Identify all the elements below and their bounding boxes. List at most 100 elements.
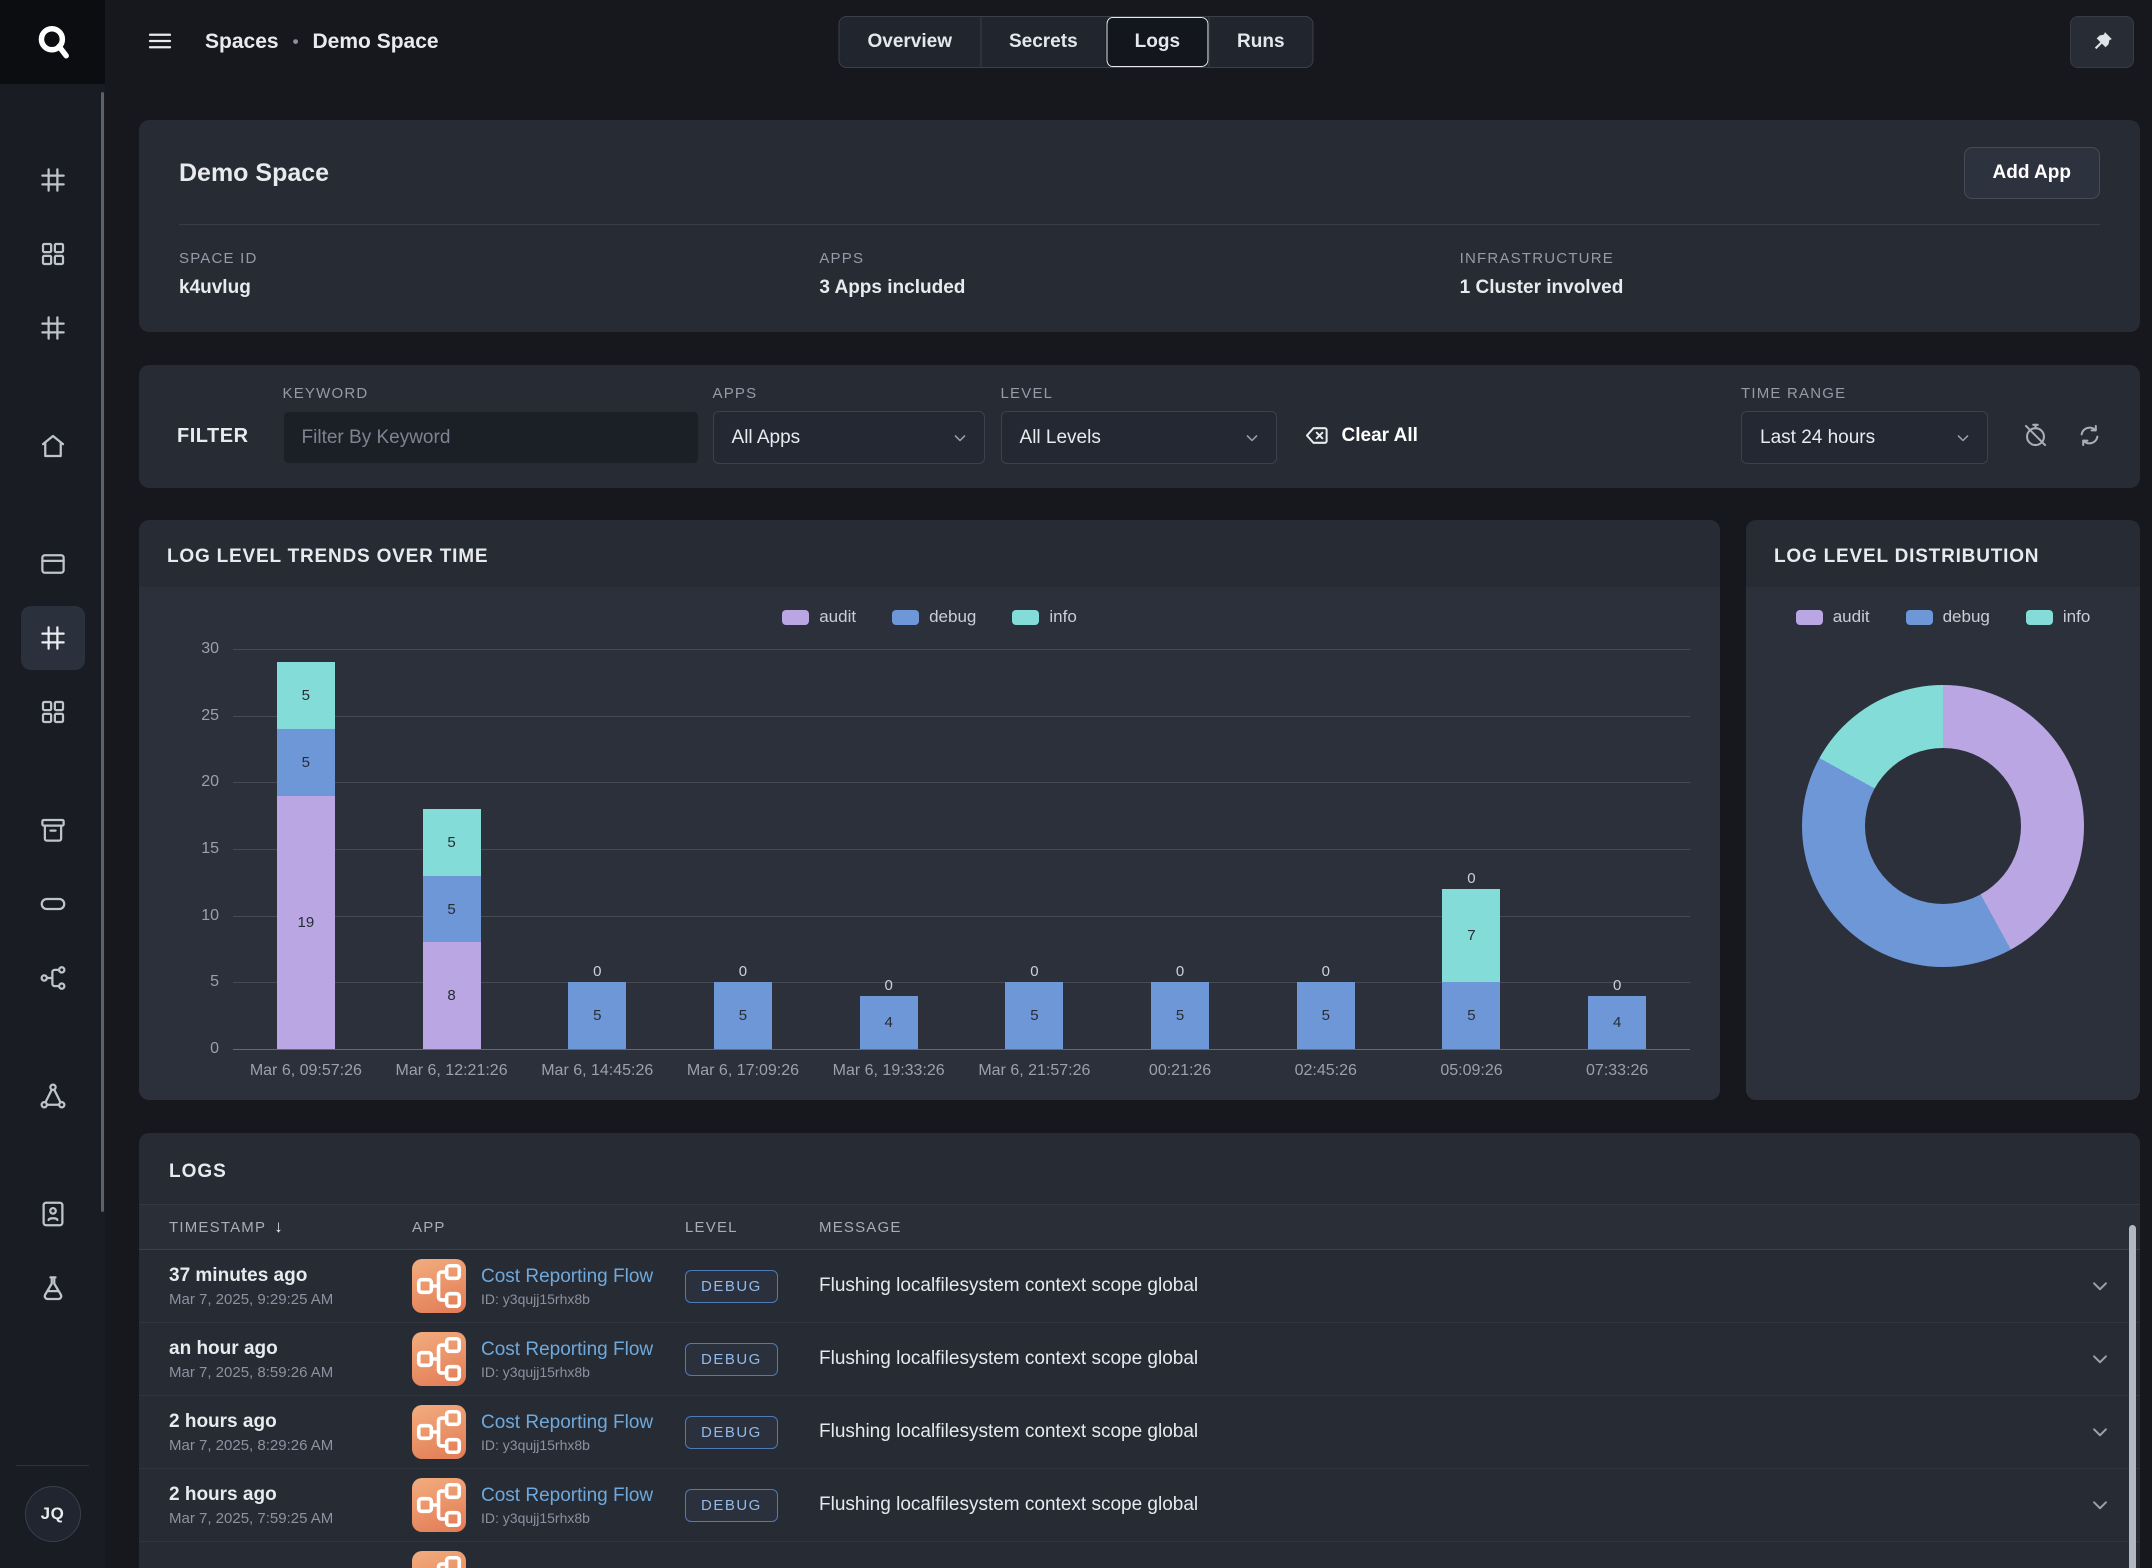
bar-zero-label: 0 xyxy=(1613,978,1621,993)
logs-card: LOGS TIMESTAMP ↓APPLEVELMESSAGE 37 minut… xyxy=(139,1133,2140,1568)
avatar[interactable]: JQ xyxy=(25,1486,81,1542)
level-filter-group: LEVEL All Levels xyxy=(1001,385,1277,464)
legend-item-debug[interactable]: debug xyxy=(1906,607,1990,627)
bar-stack: 75 xyxy=(1442,889,1500,1049)
sidebar-item-id-card[interactable] xyxy=(21,1182,85,1246)
legend-item-info[interactable]: info xyxy=(1012,607,1076,627)
level-select[interactable]: All Levels xyxy=(1001,411,1277,464)
apps-select[interactable]: All Apps xyxy=(713,411,985,464)
bar-segment-debug: 5 xyxy=(1297,982,1355,1049)
bar-column: 05 xyxy=(1253,649,1399,1049)
sidebar-item-flask[interactable] xyxy=(21,1256,85,1320)
tab-runs[interactable]: Runs xyxy=(1208,17,1313,67)
sidebar-item-flow[interactable] xyxy=(21,946,85,1010)
tab-overview[interactable]: Overview xyxy=(839,17,980,67)
chevron-down-icon xyxy=(1953,428,1973,448)
space-meta-item: INFRASTRUCTURE1 Cluster involved xyxy=(1460,250,2100,299)
sidebar-item-frame[interactable] xyxy=(21,296,85,360)
refresh-button[interactable] xyxy=(2072,418,2106,452)
tab-logs[interactable]: Logs xyxy=(1106,17,1208,67)
legend-label: info xyxy=(2063,607,2090,627)
sidebar-item-home[interactable] xyxy=(21,414,85,478)
sidebar-group xyxy=(21,148,85,370)
sidebar-item-grid[interactable] xyxy=(21,680,85,744)
logs-scrollbar-thumb[interactable] xyxy=(2129,1225,2136,1568)
trends-chart-title: LOG LEVEL TRENDS OVER TIME xyxy=(139,520,1720,587)
chevron-down-icon xyxy=(2087,1492,2113,1518)
sidebar-item-window[interactable] xyxy=(21,532,85,596)
app-link[interactable]: Cost Reporting Flow xyxy=(481,1266,653,1287)
sidebar-item-archive[interactable] xyxy=(21,798,85,862)
distribution-chart-panel: audit debug info xyxy=(1746,587,2140,1100)
space-head: Demo Space Add App xyxy=(179,120,2100,224)
bar-zero-label: 0 xyxy=(1030,964,1038,979)
space-meta-item: APPS3 Apps included xyxy=(819,250,1459,299)
trends-legend: audit debug info xyxy=(169,597,1690,649)
app-id: ID: y3qujj15rhx8b xyxy=(481,1437,653,1453)
log-time-absolute: Mar 7, 2025, 7:59:25 AM xyxy=(169,1510,412,1527)
app-link[interactable]: Cost Reporting Flow xyxy=(481,1412,653,1433)
legend-item-audit[interactable]: audit xyxy=(1796,607,1870,627)
row-expand-button[interactable] xyxy=(2060,1419,2140,1445)
app-icon xyxy=(412,1332,466,1386)
app-logo[interactable] xyxy=(0,0,105,84)
bar-chart-plot: 051015202530551955805050405050507504 xyxy=(233,649,1690,1049)
column-header-timestamp[interactable]: TIMESTAMP ↓ xyxy=(169,1217,412,1237)
clear-all-button[interactable]: Clear All xyxy=(1303,422,1418,449)
legend-item-debug[interactable]: debug xyxy=(892,607,976,627)
sidebar-item-pill[interactable] xyxy=(21,872,85,936)
level-badge: DEBUG xyxy=(685,1489,778,1522)
meta-value: 3 Apps included xyxy=(819,277,1459,299)
clear-input-icon xyxy=(1303,422,1330,449)
legend-swatch xyxy=(782,610,809,625)
time-range-select[interactable]: Last 24 hours xyxy=(1741,411,1988,464)
keyword-filter-label: KEYWORD xyxy=(283,385,699,402)
breadcrumb-spaces[interactable]: Spaces xyxy=(205,30,279,54)
app-link[interactable]: Cost Reporting Flow xyxy=(481,1485,653,1506)
flask-icon xyxy=(38,1273,68,1303)
chevron-down-icon xyxy=(2087,1419,2113,1445)
apps-select-value: All Apps xyxy=(732,427,801,449)
menu-button[interactable] xyxy=(145,26,175,59)
log-app: Cost Reporting FlowID: y3qujj15rhx8b xyxy=(412,1259,685,1313)
sidebar-item-frame[interactable] xyxy=(21,606,85,670)
disable-auto-refresh-button[interactable] xyxy=(2018,418,2052,452)
bar-segment-info: 5 xyxy=(423,809,481,876)
log-row[interactable] xyxy=(139,1542,2140,1568)
bar-segment-info: 5 xyxy=(277,662,335,729)
row-expand-button[interactable] xyxy=(2060,1273,2140,1299)
legend-label: debug xyxy=(1943,607,1990,627)
row-expand-button[interactable] xyxy=(2060,1346,2140,1372)
filter-bar: FILTER KEYWORD APPS All Apps LEVEL All L… xyxy=(139,365,2140,488)
bar-segment-debug: 5 xyxy=(1151,982,1209,1049)
add-app-button[interactable]: Add App xyxy=(1964,147,2100,199)
distribution-chart-card: LOG LEVEL DISTRIBUTION auditdebuginfo xyxy=(1746,520,2140,1100)
legend-item-info[interactable]: info xyxy=(2026,607,2090,627)
keyword-search-input[interactable] xyxy=(283,411,699,464)
app-link[interactable]: Cost Reporting Flow xyxy=(481,1339,653,1360)
x-tick-label: Mar 6, 21:57:26 xyxy=(962,1062,1108,1080)
pin-button[interactable] xyxy=(2070,16,2134,68)
bar-stack: 4 xyxy=(1588,996,1646,1049)
log-row[interactable]: 2 hours agoMar 7, 2025, 7:59:25 AMCost R… xyxy=(139,1469,2140,1542)
space-header-card: Demo Space Add App SPACE IDk4uvlugAPPS3 … xyxy=(139,120,2140,332)
row-expand-button[interactable] xyxy=(2060,1492,2140,1518)
sidebar-item-nodes[interactable] xyxy=(21,1064,85,1128)
y-tick-label: 5 xyxy=(175,973,219,991)
bar-segment-debug: 5 xyxy=(277,729,335,796)
tab-secrets[interactable]: Secrets xyxy=(980,17,1106,67)
timer-off-icon xyxy=(2022,422,2049,449)
sidebar-group xyxy=(21,1064,85,1138)
space-meta: SPACE IDk4uvlugAPPS3 Apps includedINFRAS… xyxy=(179,225,2100,332)
y-tick-label: 30 xyxy=(175,640,219,658)
sidebar-group xyxy=(21,532,85,754)
sidebar-scrollbar[interactable] xyxy=(101,92,104,1212)
sidebar-item-frame[interactable] xyxy=(21,148,85,212)
bar-stack: 5 xyxy=(714,982,772,1049)
log-row[interactable]: 37 minutes agoMar 7, 2025, 9:29:25 AMCos… xyxy=(139,1250,2140,1323)
legend-item-audit[interactable]: audit xyxy=(782,607,856,627)
log-level: DEBUG xyxy=(685,1270,819,1303)
log-row[interactable]: an hour agoMar 7, 2025, 8:59:26 AMCost R… xyxy=(139,1323,2140,1396)
log-row[interactable]: 2 hours agoMar 7, 2025, 8:29:26 AMCost R… xyxy=(139,1396,2140,1469)
sidebar-item-grid[interactable] xyxy=(21,222,85,286)
